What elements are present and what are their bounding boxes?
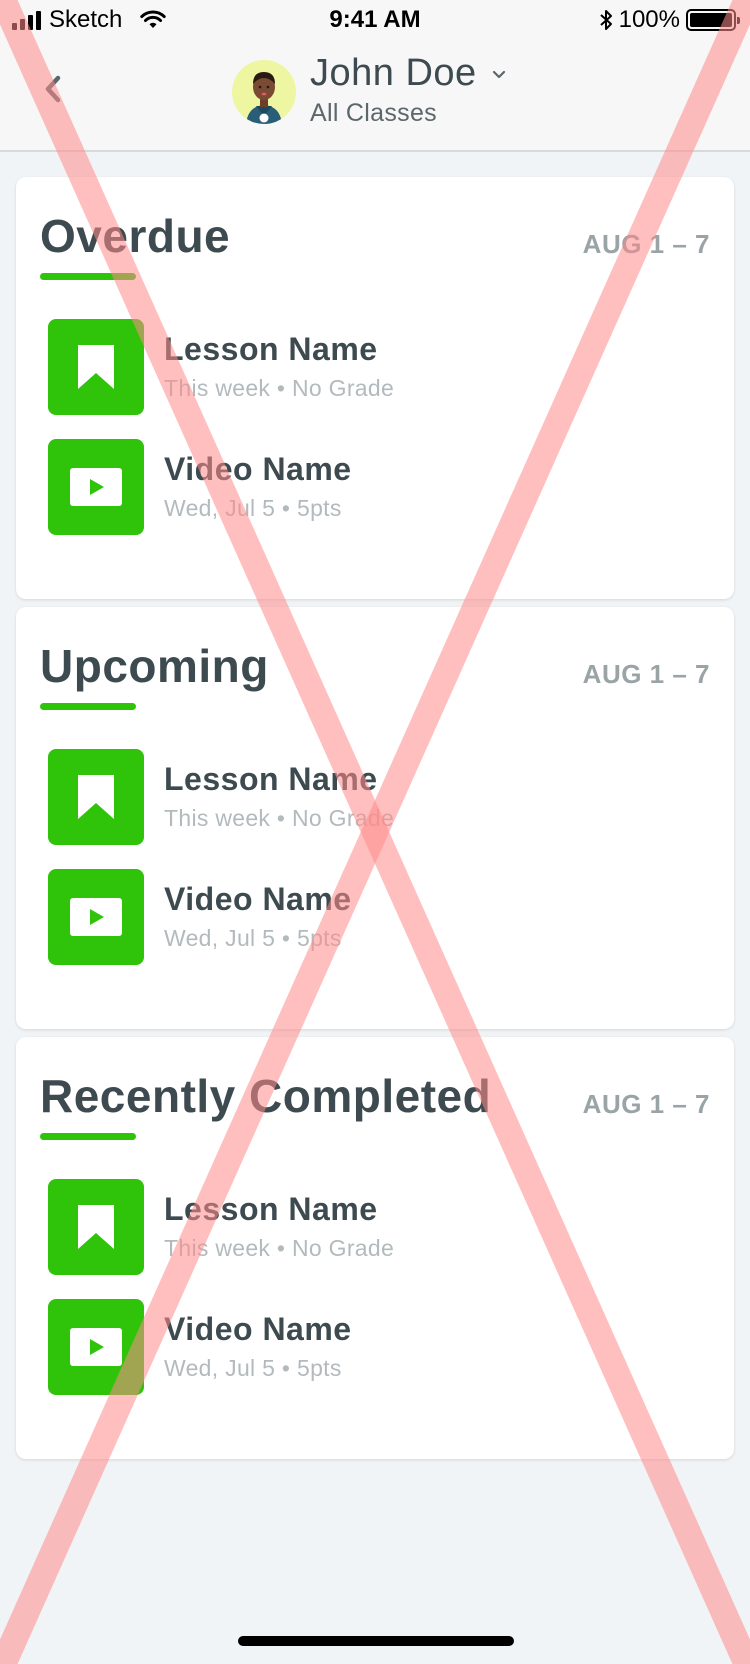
section-title: Recently Completed — [40, 1070, 492, 1122]
item-meta: Wed, Jul 5 • 5pts — [164, 925, 342, 951]
class-filter-label: All Classes — [310, 99, 437, 127]
bookmark-icon — [48, 1179, 144, 1275]
user-name-row[interactable]: John Doe — [310, 52, 507, 95]
section-date-range: AUG 1 – 7 — [582, 659, 710, 689]
avatar[interactable] — [232, 60, 296, 124]
chevron-left-icon — [45, 75, 61, 103]
status-bar: Sketch 9:41 AM 100% — [0, 0, 750, 40]
chevron-down-icon — [492, 70, 505, 78]
section-card-overdue: Overdue AUG 1 – 7 Lesson Name This week … — [16, 177, 734, 599]
section-underline — [40, 703, 136, 710]
bookmark-icon — [48, 749, 144, 845]
battery-percent: 100% — [618, 6, 680, 33]
bookmark-icon — [48, 319, 144, 415]
section-date-range: AUG 1 – 7 — [582, 229, 710, 259]
nav-bar: John Doe All Classes — [0, 40, 750, 152]
item-title: Video Name — [164, 1311, 352, 1347]
section-title: Upcoming — [40, 640, 269, 692]
status-right: 100% — [599, 6, 740, 34]
item-meta: Wed, Jul 5 • 5pts — [164, 1355, 342, 1381]
item-meta: Wed, Jul 5 • 5pts — [164, 495, 342, 521]
list-item-video[interactable]: Video Name Wed, Jul 5 • 5pts — [48, 1299, 698, 1395]
list-item-lesson[interactable]: Lesson Name This week • No Grade — [48, 319, 698, 415]
battery-fill — [690, 13, 732, 27]
item-meta: This week • No Grade — [164, 375, 395, 401]
item-title: Video Name — [164, 451, 352, 487]
section-card-recently-completed: Recently Completed AUG 1 – 7 Lesson Name… — [16, 1037, 734, 1459]
bluetooth-icon — [599, 10, 612, 30]
item-meta: This week • No Grade — [164, 1235, 395, 1261]
list-item-lesson[interactable]: Lesson Name This week • No Grade — [48, 1179, 698, 1275]
list-item-lesson[interactable]: Lesson Name This week • No Grade — [48, 749, 698, 845]
section-underline — [40, 1133, 136, 1140]
list-item-video[interactable]: Video Name Wed, Jul 5 • 5pts — [48, 439, 698, 535]
section-date-range: AUG 1 – 7 — [582, 1089, 710, 1119]
section-title: Overdue — [40, 210, 231, 262]
user-name: John Doe — [310, 52, 477, 94]
section-card-upcoming: Upcoming AUG 1 – 7 Lesson Name This week… — [16, 607, 734, 1029]
back-button[interactable] — [36, 68, 76, 108]
home-indicator[interactable] — [238, 1636, 514, 1646]
item-meta: This week • No Grade — [164, 805, 395, 831]
item-title: Lesson Name — [164, 1191, 378, 1227]
item-title: Lesson Name — [164, 331, 378, 367]
play-icon — [48, 439, 144, 535]
battery-icon — [686, 9, 740, 31]
item-title: Video Name — [164, 881, 352, 917]
play-icon — [48, 1299, 144, 1395]
item-title: Lesson Name — [164, 761, 378, 797]
section-underline — [40, 273, 136, 280]
avatar-illustration — [246, 72, 282, 124]
list-item-video[interactable]: Video Name Wed, Jul 5 • 5pts — [48, 869, 698, 965]
user-switcher[interactable]: John Doe All Classes — [310, 52, 507, 128]
play-icon — [48, 869, 144, 965]
